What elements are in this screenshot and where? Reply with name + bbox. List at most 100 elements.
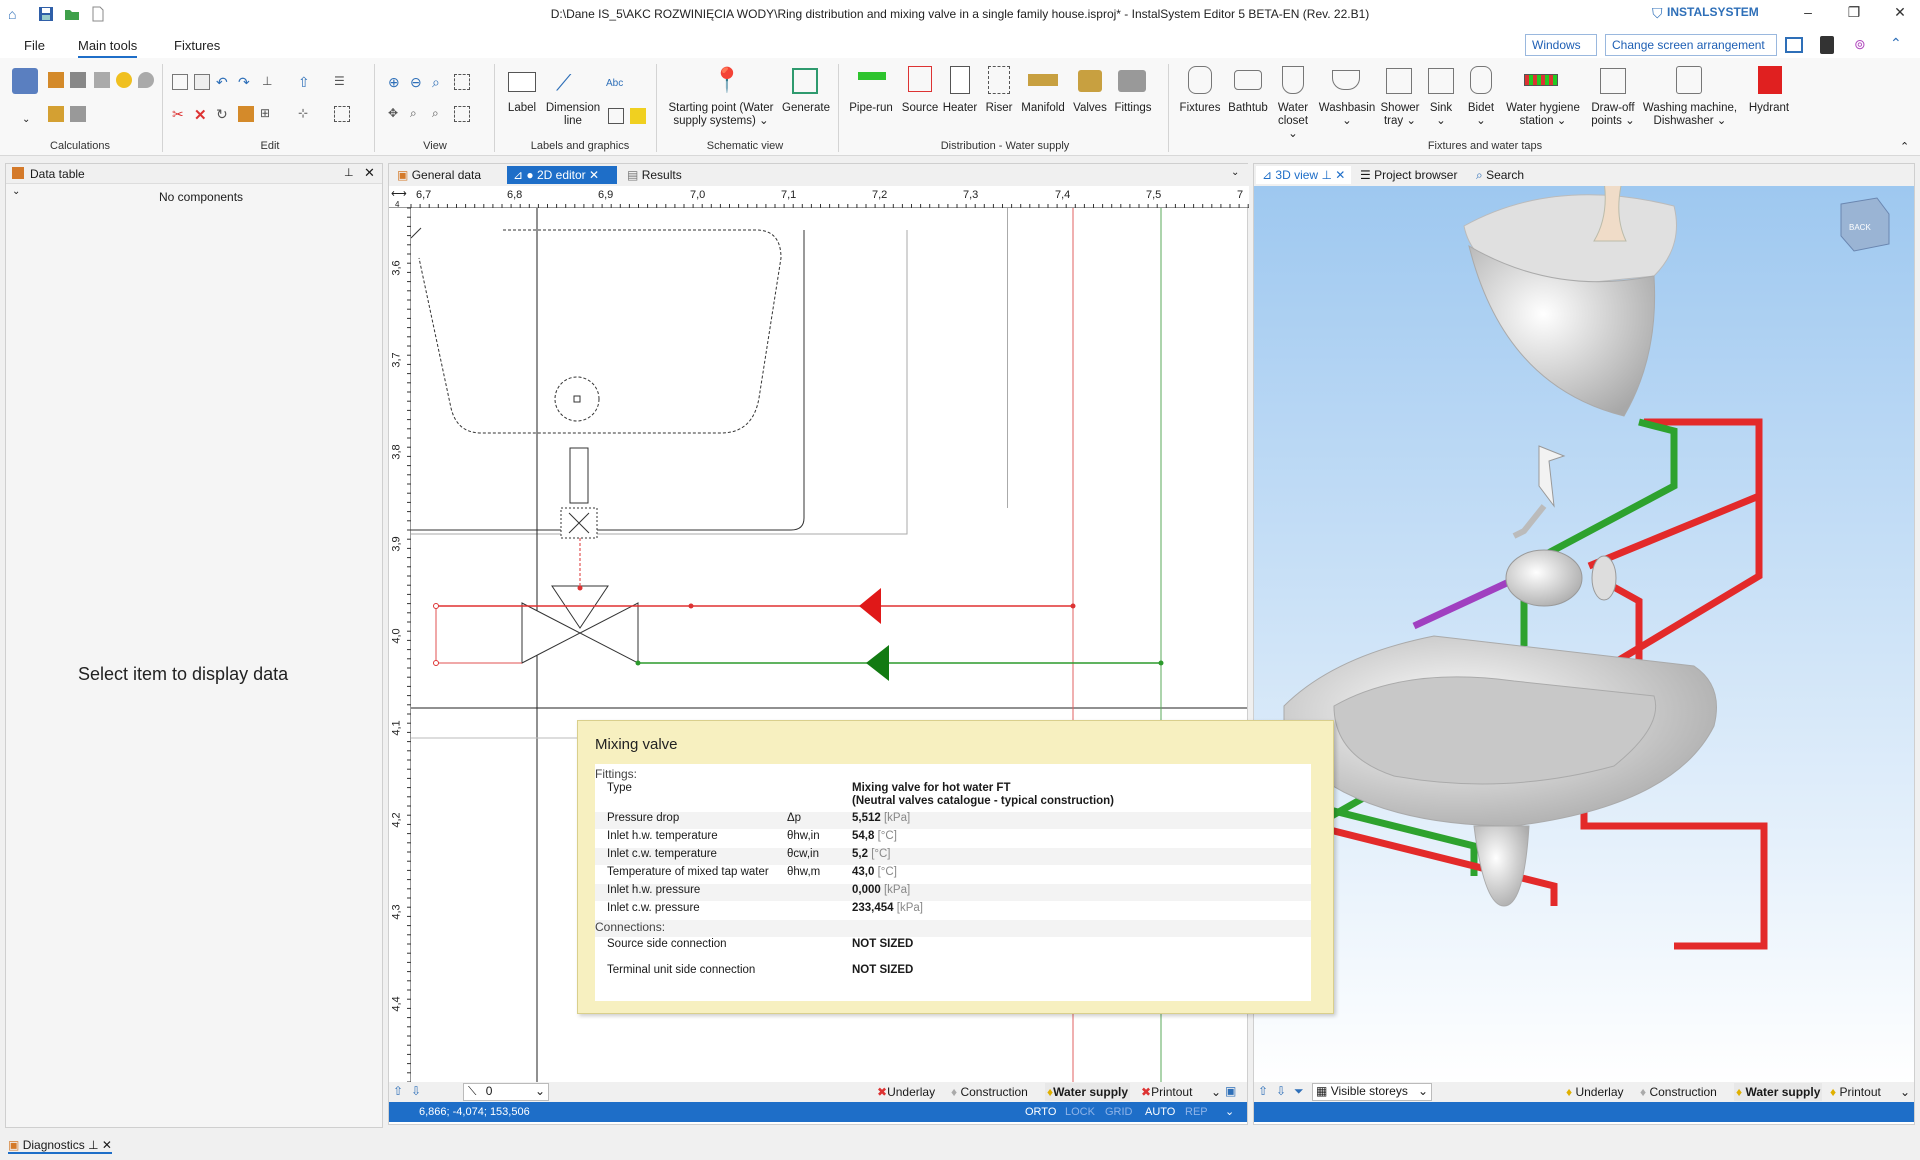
tab-3d-view[interactable]: ⊿ 3D view ⊥ ✕: [1256, 166, 1352, 184]
washbasin-icon[interactable]: [1332, 70, 1360, 90]
tap-fixture[interactable]: [560, 447, 598, 539]
calc-compare-icon[interactable]: [70, 106, 86, 122]
lock-toggle[interactable]: LOCK: [1065, 1106, 1095, 1118]
screen-arrangement-dropdown[interactable]: Change screen arrangement ⌄: [1605, 34, 1777, 66]
starting-point-button[interactable]: Starting point (Water supply systems) ⌄: [662, 102, 780, 128]
water-closet-icon[interactable]: [1282, 66, 1304, 94]
grid-toggle[interactable]: GRID: [1105, 1106, 1133, 1118]
auto-toggle[interactable]: AUTO: [1145, 1106, 1175, 1118]
source-button[interactable]: Source: [898, 102, 942, 115]
printout-3d-toggle[interactable]: ♦ Printout: [1830, 1085, 1881, 1099]
washbasin-button[interactable]: Washbasin ⌄: [1316, 102, 1378, 128]
view-cube[interactable]: BACK: [1840, 197, 1890, 252]
ribbon-collapse-icon[interactable]: ⌃: [1900, 140, 1909, 153]
tab-file[interactable]: File: [24, 38, 45, 53]
zoom-window-icon[interactable]: ⌕: [432, 74, 448, 90]
storey-up-icon[interactable]: ⇧: [1258, 1084, 1268, 1098]
washing-machine-button[interactable]: Washing machine, Dishwasher ⌄: [1642, 102, 1738, 128]
note-icon[interactable]: [630, 108, 646, 124]
water-supply-3d-toggle[interactable]: ♦ Water supply: [1734, 1083, 1823, 1101]
tab-close-icon[interactable]: ✕: [589, 168, 599, 182]
table-icon[interactable]: [608, 108, 624, 124]
bidet-icon[interactable]: [1470, 66, 1492, 94]
distribute-icon[interactable]: ☰: [334, 74, 350, 90]
zoom-in-icon[interactable]: ⊕: [388, 74, 404, 90]
hydrant-icon[interactable]: [1758, 66, 1782, 94]
tab-general-data[interactable]: ▣ General data: [391, 166, 487, 184]
paste-icon[interactable]: [194, 74, 210, 90]
cut-icon[interactable]: ✂: [172, 106, 188, 122]
pan-icon[interactable]: ✥: [388, 106, 404, 122]
tab-project-browser[interactable]: ☰ Project browser: [1354, 166, 1463, 184]
fixtures-icon[interactable]: [1188, 66, 1212, 94]
hot-flow-arrow[interactable]: [859, 588, 881, 624]
dimension-line-icon[interactable]: ⟋: [556, 70, 571, 96]
fittings-button[interactable]: Fittings: [1110, 102, 1156, 115]
delete-icon[interactable]: ✕: [194, 106, 210, 124]
array-icon[interactable]: ⊞: [260, 106, 276, 122]
status-chevron-icon[interactable]: ⌄: [1225, 1105, 1234, 1118]
align-icon[interactable]: ⊥: [262, 74, 278, 90]
calc-check-icon[interactable]: [94, 72, 110, 88]
diagnostics-tab[interactable]: ▣ Diagnostics ⊥ ✕: [8, 1138, 112, 1154]
water-supply-toggle[interactable]: ♦Water supply: [1045, 1083, 1131, 1101]
copy-icon[interactable]: [172, 74, 188, 90]
undo-icon[interactable]: ↶: [216, 74, 232, 90]
pipe-run-icon[interactable]: [858, 72, 886, 80]
expand-chevron-icon[interactable]: ⌄: [12, 186, 20, 197]
calc-report-icon[interactable]: [70, 72, 86, 88]
layer-down-icon[interactable]: ⇩: [411, 1084, 421, 1098]
tab-2d-editor[interactable]: ⊿ ● 2D editor ✕: [507, 166, 617, 184]
rep-toggle[interactable]: REP: [1185, 1106, 1208, 1118]
pin-icon[interactable]: ⊥: [344, 166, 354, 179]
move-up-icon[interactable]: ⇧: [298, 74, 314, 90]
zoom-out-icon[interactable]: ⊖: [410, 74, 426, 90]
home-icon[interactable]: ⌂: [8, 6, 16, 22]
zoom-previous-icon[interactable]: ⌕: [410, 106, 426, 122]
layer-select[interactable]: ⟍ 0 ⌄: [463, 1083, 549, 1101]
monitor-icon[interactable]: [1785, 37, 1803, 53]
text-abc-icon[interactable]: Abc: [606, 78, 623, 89]
bathtub-icon[interactable]: [1234, 70, 1262, 90]
riser-icon[interactable]: [988, 66, 1010, 94]
close-button[interactable]: ✕: [1880, 4, 1920, 26]
printout-toggle[interactable]: ✖Printout: [1141, 1085, 1192, 1099]
manifold-icon[interactable]: [1028, 74, 1058, 86]
source-icon[interactable]: [908, 66, 932, 92]
panel-close-icon[interactable]: ✕: [364, 165, 375, 181]
tab-close-icon[interactable]: ✕: [1335, 168, 1345, 182]
rotate-icon[interactable]: ↻: [216, 106, 232, 122]
bidet-button[interactable]: Bidet ⌄: [1462, 102, 1500, 128]
label-button[interactable]: Label: [504, 102, 540, 115]
dimension-line-button[interactable]: Dimension line: [542, 102, 604, 128]
storey-down-icon[interactable]: ⇩: [1276, 1084, 1286, 1098]
label-tool-icon[interactable]: [508, 72, 536, 92]
filter-icon[interactable]: ⏷: [1294, 1084, 1304, 1099]
shower-tray-icon[interactable]: [1386, 68, 1412, 94]
new-document-icon[interactable]: [90, 6, 108, 24]
pin-icon[interactable]: ⊥: [1321, 168, 1331, 182]
generate-button[interactable]: Generate: [780, 102, 832, 115]
underlay-toggle[interactable]: ✖Underlay: [877, 1085, 935, 1099]
generate-icon[interactable]: [792, 68, 818, 94]
heater-button[interactable]: Heater: [938, 102, 982, 115]
visible-storeys-dropdown[interactable]: ▦ Visible storeys ⌄: [1312, 1083, 1432, 1101]
valves-icon[interactable]: [1078, 70, 1102, 92]
calc-options-chevron-icon[interactable]: ⌄: [22, 114, 30, 125]
construction-toggle[interactable]: ♦ Construction: [951, 1085, 1028, 1099]
tab-fixtures[interactable]: Fixtures: [174, 38, 220, 53]
calculation-table-icon[interactable]: [12, 68, 38, 94]
windows-dropdown[interactable]: Windows ⌄: [1525, 34, 1597, 66]
view-3d-canvas[interactable]: BACK ⊹: [1254, 186, 1914, 1084]
draw-off-button[interactable]: Draw-off points ⌄: [1588, 102, 1638, 128]
mixing-valve-symbol[interactable]: [521, 585, 639, 664]
diagnostics-close-icon[interactable]: ✕: [102, 1138, 112, 1152]
starting-point-icon[interactable]: 📍: [712, 66, 742, 95]
bathtub-button[interactable]: Bathtub: [1224, 102, 1272, 115]
water-hygiene-button[interactable]: Water hygiene station ⌄: [1504, 102, 1582, 128]
shower-tray-button[interactable]: Shower tray ⌄: [1378, 102, 1422, 128]
frame-select-icon[interactable]: [334, 106, 350, 122]
heater-icon[interactable]: [950, 66, 970, 94]
mirror-icon[interactable]: [238, 106, 254, 122]
water-hygiene-station-icon[interactable]: [1524, 74, 1558, 86]
